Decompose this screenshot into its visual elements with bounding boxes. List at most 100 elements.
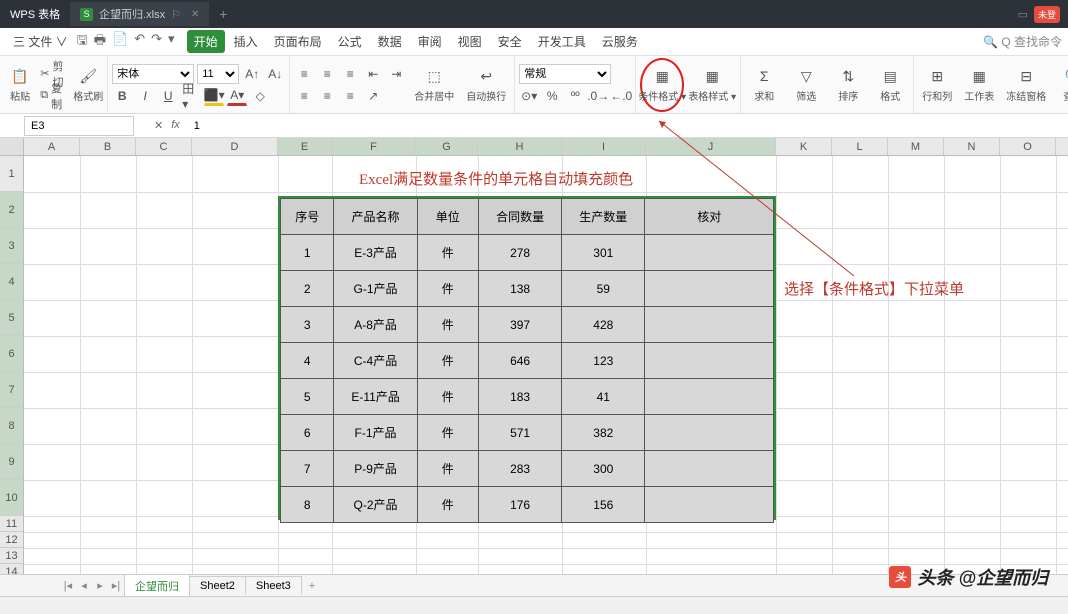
indent-left-icon[interactable]: ⇤ [363, 64, 383, 84]
table-cell[interactable]: 571 [479, 415, 562, 451]
table-cell[interactable]: E-11产品 [334, 379, 417, 415]
table-cell[interactable]: 件 [417, 271, 478, 307]
table-cell[interactable] [645, 307, 774, 343]
freeze-panes-button[interactable]: ⊟冻结窗格 [1002, 66, 1050, 103]
row-header[interactable]: 9 [0, 444, 23, 480]
merge-center-button[interactable]: ⬚合并居中 [410, 66, 458, 103]
new-tab-button[interactable]: + [209, 6, 237, 22]
tab-pin-icon[interactable]: ⚐ [171, 8, 181, 21]
row-header[interactable]: 8 [0, 408, 23, 444]
qat-save-icon[interactable]: 🖫 [77, 31, 88, 53]
col-header[interactable]: I [562, 138, 646, 155]
table-row[interactable]: 8Q-2产品件176156 [281, 487, 774, 523]
table-cell[interactable]: 5 [281, 379, 334, 415]
border-button[interactable]: 田▾ [181, 86, 201, 106]
table-cell[interactable]: Q-2产品 [334, 487, 417, 523]
table-cell[interactable]: A-8产品 [334, 307, 417, 343]
indent-right-icon[interactable]: ⇥ [386, 64, 406, 84]
col-header[interactable]: F [332, 138, 416, 155]
col-header[interactable]: E [278, 138, 332, 155]
table-cell[interactable] [645, 487, 774, 523]
table-cell[interactable]: F-1产品 [334, 415, 417, 451]
table-cell[interactable]: 41 [562, 379, 645, 415]
table-cell[interactable]: 2 [281, 271, 334, 307]
row-header[interactable]: 13 [0, 548, 23, 564]
row-header[interactable]: 1 [0, 156, 23, 192]
table-row[interactable]: 7P-9产品件283300 [281, 451, 774, 487]
login-badge[interactable]: 未登 [1034, 6, 1060, 23]
col-header[interactable]: J [646, 138, 776, 155]
currency-icon[interactable]: ⊙▾ [519, 86, 539, 106]
format-button[interactable]: ▤格式 [871, 66, 909, 103]
table-cell[interactable]: 3 [281, 307, 334, 343]
table-cell[interactable]: 件 [417, 415, 478, 451]
table-cell[interactable]: 301 [562, 235, 645, 271]
qat-undo-icon[interactable]: ↶ [134, 31, 145, 53]
paste-button[interactable]: 📋粘贴 [4, 66, 36, 103]
orientation-icon[interactable]: ↗ [363, 86, 383, 106]
table-cell[interactable]: 件 [417, 235, 478, 271]
tab-devtools[interactable]: 开发工具 [531, 30, 593, 53]
add-sheet-button[interactable]: + [301, 577, 323, 595]
table-cell[interactable]: 183 [479, 379, 562, 415]
align-center-icon[interactable]: ≡ [317, 86, 337, 106]
row-header[interactable]: 4 [0, 264, 23, 300]
spreadsheet-grid[interactable]: A B C D E F G H I J K L M N O 1234567891… [0, 138, 1068, 586]
tab-security[interactable]: 安全 [491, 30, 529, 53]
italic-button[interactable]: I [135, 86, 155, 106]
table-cell[interactable]: C-4产品 [334, 343, 417, 379]
table-cell[interactable]: 300 [562, 451, 645, 487]
table-row[interactable]: 1E-3产品件278301 [281, 235, 774, 271]
align-middle-icon[interactable]: ≡ [317, 64, 337, 84]
table-cell[interactable]: 646 [479, 343, 562, 379]
horizontal-scrollbar[interactable] [0, 596, 1068, 614]
table-cell[interactable]: P-9产品 [334, 451, 417, 487]
table-cell[interactable]: 138 [479, 271, 562, 307]
qat-dropdown-icon[interactable]: ▾ [168, 31, 175, 53]
table-row[interactable]: 6F-1产品件571382 [281, 415, 774, 451]
col-header[interactable]: G [416, 138, 478, 155]
table-row[interactable]: 3A-8产品件397428 [281, 307, 774, 343]
tab-formula[interactable]: 公式 [331, 30, 369, 53]
formula-input[interactable]: 1 [188, 120, 1068, 132]
sheet-tab[interactable]: Sheet3 [245, 576, 302, 595]
tab-cloud[interactable]: 云服务 [595, 30, 645, 53]
document-tab[interactable]: S 企望而归.xlsx ⚐ ✕ [70, 2, 209, 26]
table-cell[interactable]: 176 [479, 487, 562, 523]
decrease-decimal-icon[interactable]: ←.0 [611, 86, 631, 106]
comma-icon[interactable]: ºº [565, 86, 585, 106]
tab-pagelayout[interactable]: 页面布局 [267, 30, 329, 53]
col-header[interactable]: C [136, 138, 192, 155]
table-cell[interactable]: 1 [281, 235, 334, 271]
increase-font-icon[interactable]: A↑ [242, 64, 262, 84]
row-header[interactable]: 2 [0, 192, 23, 228]
table-cell[interactable] [645, 415, 774, 451]
worksheet-button[interactable]: ▦工作表 [960, 66, 998, 103]
font-size-select[interactable]: 11 [197, 64, 239, 84]
qat-redo-icon[interactable]: ↷ [151, 31, 162, 53]
table-cell[interactable]: 397 [479, 307, 562, 343]
tab-data[interactable]: 数据 [371, 30, 409, 53]
close-tab-icon[interactable]: ✕ [191, 9, 199, 20]
sum-button[interactable]: Σ求和 [745, 66, 783, 103]
data-table-selection[interactable]: 序号 产品名称 单位 合同数量 生产数量 核对 1E-3产品件2783012G-… [278, 196, 776, 520]
row-header[interactable]: 7 [0, 372, 23, 408]
table-cell[interactable]: 156 [562, 487, 645, 523]
table-cell[interactable]: 59 [562, 271, 645, 307]
filter-button[interactable]: ▽筛选 [787, 66, 825, 103]
align-left-icon[interactable]: ≡ [294, 86, 314, 106]
table-cell[interactable]: 278 [479, 235, 562, 271]
sheet-tab-active[interactable]: 企望而归 [124, 574, 190, 598]
table-cell[interactable]: 件 [417, 451, 478, 487]
search-command[interactable]: 🔍Q 查找命令 [983, 33, 1062, 50]
table-cell[interactable]: 件 [417, 487, 478, 523]
select-all-corner[interactable] [0, 138, 24, 156]
sheet-nav-first-icon[interactable]: |◂ [60, 579, 76, 592]
row-header[interactable]: 6 [0, 336, 23, 372]
format-painter-button[interactable]: 🖌格式刷 [73, 66, 103, 103]
sort-button[interactable]: ⇅排序 [829, 66, 867, 103]
wrap-text-button[interactable]: ↩自动换行 [462, 66, 510, 103]
tab-view[interactable]: 视图 [451, 30, 489, 53]
table-cell[interactable] [645, 235, 774, 271]
col-header[interactable]: H [478, 138, 562, 155]
